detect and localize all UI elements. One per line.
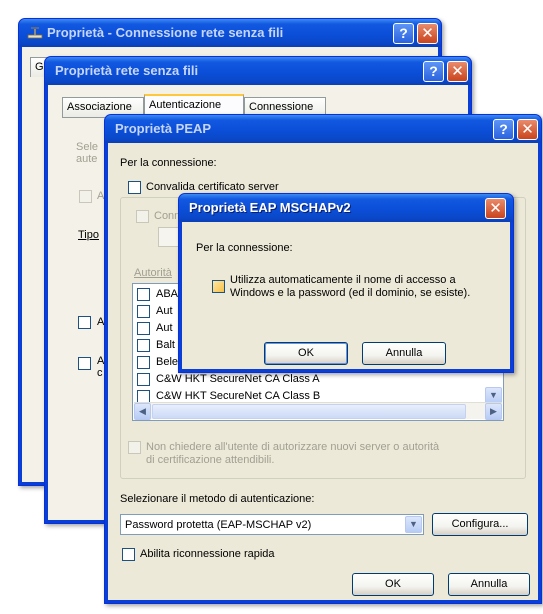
auth-guest-checkbox[interactable] [78, 357, 91, 370]
auth-method-select[interactable]: Password protetta (EAP-MSCHAP v2) ▼ [120, 514, 424, 535]
close-icon[interactable]: ✕ [417, 23, 438, 44]
cert-checkbox[interactable] [137, 305, 150, 318]
connection-properties-title: Proprietà - Connessione rete senza fili [47, 25, 284, 40]
trusted-authority-label: Autorità [134, 267, 172, 279]
validate-cert-label: Convalida certificato server [146, 181, 279, 193]
auth-computer-checkbox[interactable] [78, 316, 91, 329]
mschapv2-properties-body: Per la connessione: Utilizza automaticam… [182, 222, 510, 369]
cert-checkbox[interactable] [137, 339, 150, 352]
close-icon[interactable]: ✕ [447, 61, 468, 82]
cert-checkbox[interactable] [137, 356, 150, 369]
cert-checkbox[interactable] [137, 373, 150, 386]
peap-ok-button[interactable]: OK [352, 573, 434, 596]
scroll-thumb[interactable] [152, 404, 466, 419]
configure-button[interactable]: Configura... [432, 513, 528, 536]
peap-cancel-button[interactable]: Annulla [448, 573, 530, 596]
intro-text-fragment: Sele [76, 141, 99, 153]
mschap-cancel-button[interactable]: Annulla [362, 342, 446, 365]
fast-reconnect-label: Abilita riconnessione rapida [140, 548, 275, 560]
cert-checkbox[interactable] [137, 288, 150, 301]
peap-properties-title: Proprietà PEAP [115, 121, 212, 136]
close-icon[interactable]: ✕ [485, 198, 506, 219]
chevron-down-icon[interactable]: ▼ [405, 516, 422, 533]
no-prompt-label-2: di certificazione attendibili. [146, 454, 275, 466]
network-connection-icon [27, 27, 43, 39]
peap-section-label: Per la connessione: [120, 157, 217, 169]
no-prompt-checkbox[interactable] [128, 441, 141, 454]
help-icon[interactable]: ? [493, 119, 514, 140]
fast-reconnect-checkbox[interactable] [122, 548, 135, 561]
auto-logon-checkbox[interactable] [212, 280, 225, 293]
auth-method-label: Selezionare il metodo di autenticazione: [120, 493, 315, 505]
connection-properties-titlebar[interactable]: Proprietà - Connessione rete senza fili … [19, 19, 441, 47]
mschap-ok-button[interactable]: OK [264, 342, 348, 365]
mschapv2-properties-title: Proprietà EAP MSCHAPv2 [189, 200, 351, 215]
wireless-properties-titlebar[interactable]: Proprietà rete senza fili ? ✕ [45, 57, 471, 85]
validate-cert-checkbox[interactable] [128, 181, 141, 194]
horizontal-scrollbar[interactable]: ◀ ▶ [134, 402, 502, 420]
mschapv2-properties-titlebar[interactable]: Proprietà EAP MSCHAPv2 ✕ [179, 194, 513, 222]
help-icon[interactable]: ? [393, 23, 414, 44]
connect-servers-label: Conn [154, 210, 181, 222]
intro-text-fragment-2: aute [76, 153, 98, 165]
wireless-properties-title: Proprietà rete senza fili [55, 63, 199, 78]
auth-guest-label-2: c [97, 367, 103, 379]
close-icon[interactable]: ✕ [517, 119, 538, 140]
mschap-section-label: Per la connessione: [196, 242, 293, 254]
peap-properties-titlebar[interactable]: Proprietà PEAP ? ✕ [105, 115, 541, 143]
auto-logon-label-2: Windows e la password (ed il dominio, se… [230, 287, 471, 299]
mschapv2-properties-window: Proprietà EAP MSCHAPv2 ✕ Per la connessi… [178, 193, 514, 373]
eap-type-label: Tipo [78, 229, 99, 241]
auto-logon-label: Utilizza automaticamente il nome di acce… [230, 274, 456, 286]
enable-ieee-checkbox[interactable] [79, 190, 92, 203]
scroll-left-icon[interactable]: ◀ [134, 403, 151, 420]
scroll-right-icon[interactable]: ▶ [485, 403, 502, 420]
connect-servers-checkbox[interactable] [136, 210, 149, 223]
no-prompt-label: Non chiedere all'utente di autorizzare n… [146, 441, 440, 453]
help-icon[interactable]: ? [423, 61, 444, 82]
cert-checkbox[interactable] [137, 322, 150, 335]
